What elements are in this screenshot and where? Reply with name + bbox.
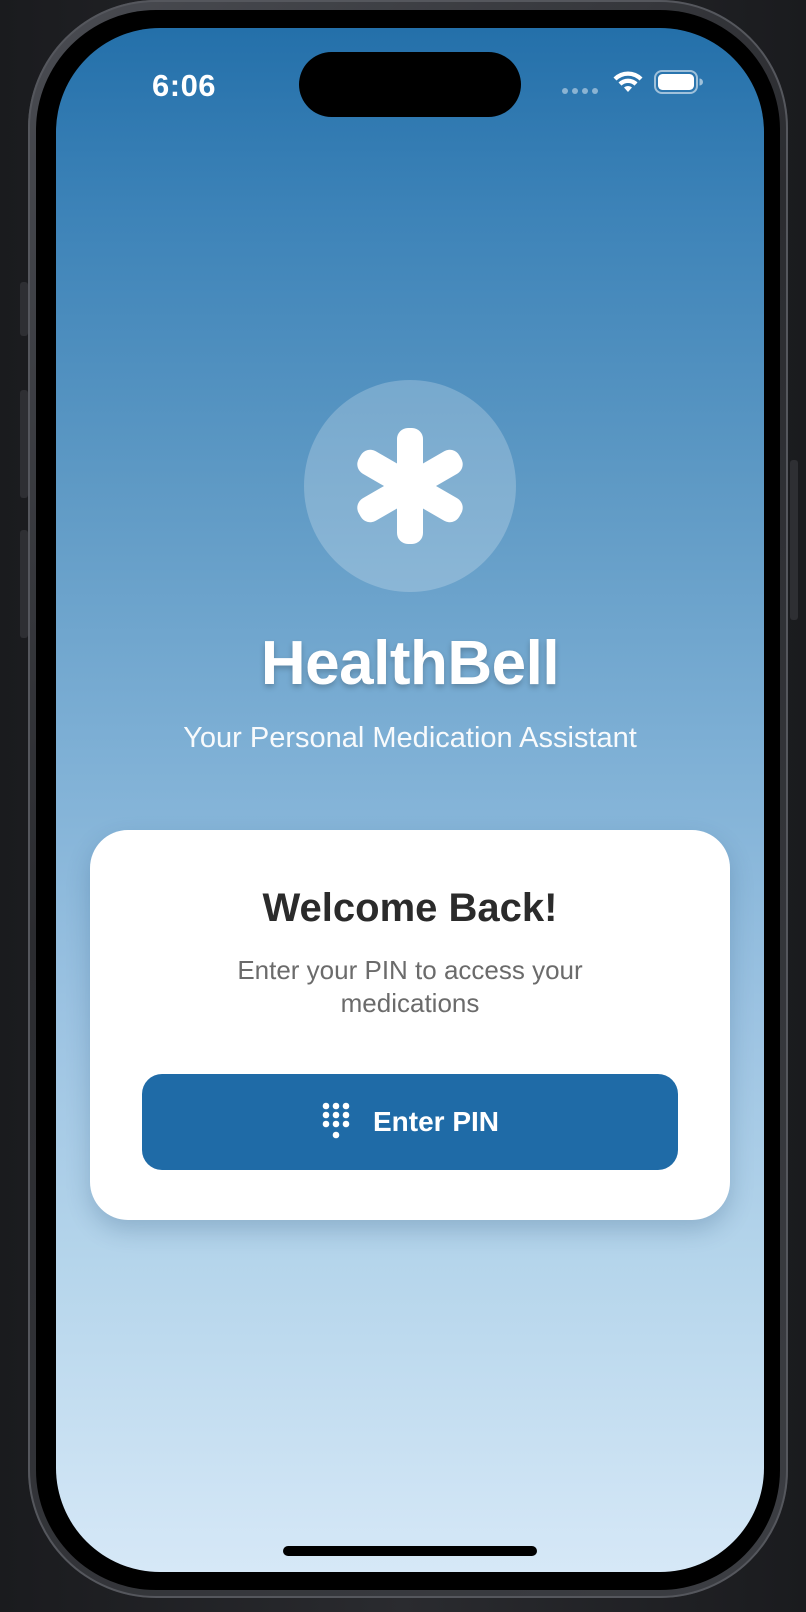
- welcome-title: Welcome Back!: [262, 886, 558, 930]
- medical-asterisk-icon: [357, 428, 463, 544]
- silent-switch: [20, 282, 28, 336]
- battery-icon: [654, 70, 703, 94]
- app-logo: [304, 380, 516, 592]
- dynamic-island: [299, 52, 521, 117]
- power-button: [790, 460, 798, 620]
- status-time: 6:06: [152, 68, 217, 103]
- app-screen: 6:06 HealthBell Your Personal Medication…: [56, 28, 764, 1572]
- volume-down-button: [20, 530, 28, 638]
- home-indicator[interactable]: [283, 1546, 537, 1556]
- volume-up-button: [20, 390, 28, 498]
- wifi-icon: [613, 71, 643, 92]
- enter-pin-button[interactable]: Enter PIN: [142, 1074, 678, 1170]
- status-icons: [562, 70, 704, 94]
- cellular-signal-icon: [562, 88, 598, 94]
- keypad-icon: [322, 1102, 350, 1139]
- login-card: Welcome Back! Enter your PIN to access y…: [90, 830, 730, 1220]
- enter-pin-label: Enter PIN: [372, 1106, 500, 1137]
- pin-instructions: Enter your PIN to access your medication…: [237, 955, 583, 1018]
- app-title: HealthBell: [260, 629, 560, 698]
- app-subtitle: Your Personal Medication Assistant: [183, 722, 637, 754]
